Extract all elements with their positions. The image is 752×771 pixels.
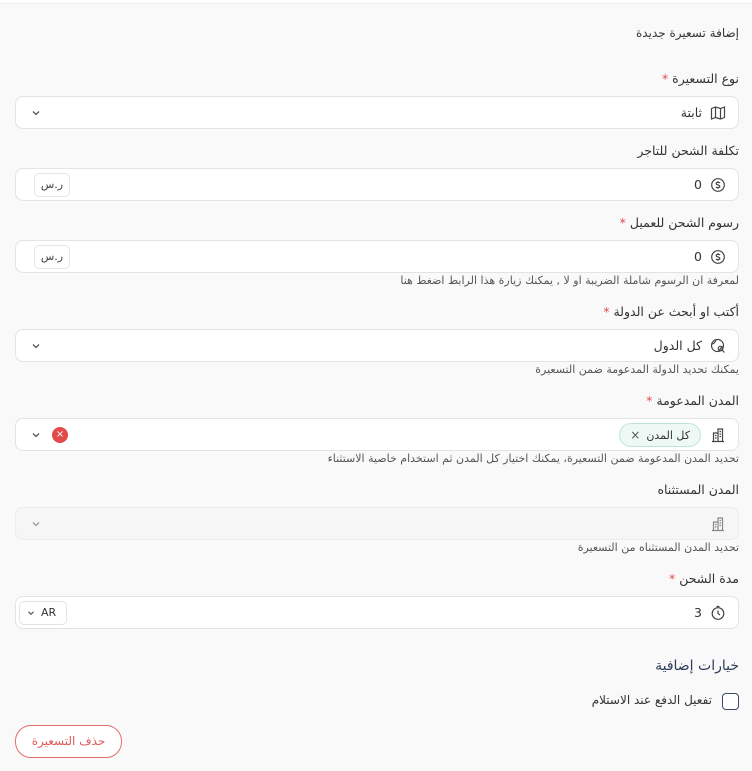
- timer-icon: [710, 605, 726, 621]
- delete-pricing-button[interactable]: حذف التسعيرة: [15, 725, 122, 758]
- pricing-type-value: ثابتة: [680, 105, 702, 120]
- excluded-cities-help: تحديد المدن المستثناه من التسعيرة: [577, 541, 739, 554]
- required-mark: *: [668, 571, 676, 586]
- required-mark: *: [661, 71, 669, 86]
- building-icon: [710, 427, 726, 443]
- shipping-duration-value: 3: [694, 605, 702, 620]
- chevron-down-icon[interactable]: [30, 107, 42, 119]
- customer-fee-value: 0: [694, 249, 702, 264]
- clear-selection-icon[interactable]: ×: [52, 427, 68, 443]
- map-icon: [710, 105, 726, 121]
- excluded-cities-label: المدن المستثناه: [657, 482, 739, 497]
- chevron-down-icon[interactable]: [30, 429, 42, 441]
- supported-cities-label: المدن المدعومة *: [646, 393, 739, 408]
- language-select[interactable]: AR: [19, 601, 67, 625]
- cod-label[interactable]: تفعيل الدفع عند الاستلام: [592, 693, 712, 707]
- pricing-type-label: نوع التسعيرة *: [661, 71, 739, 86]
- building-icon: [710, 516, 726, 532]
- currency-unit: ر.س: [34, 245, 70, 269]
- required-mark: *: [646, 393, 653, 408]
- cod-checkbox[interactable]: [722, 693, 739, 710]
- merchant-cost-label: تكلفة الشحن للتاجر: [637, 143, 739, 158]
- globe-search-icon: [710, 338, 726, 354]
- chip-remove-icon[interactable]: ×: [630, 428, 640, 442]
- coin-icon: [710, 177, 726, 193]
- country-help: يمكنك تحديد الدولة المدعومة ضمن التسعيرة: [535, 363, 739, 376]
- country-value: كل الدول: [653, 338, 702, 353]
- coin-icon: [710, 249, 726, 265]
- pricing-type-select[interactable]: ثابتة: [15, 96, 739, 129]
- supported-cities-select[interactable]: كل المدن × ×: [15, 418, 739, 451]
- shipping-duration-input[interactable]: 3 AR: [15, 596, 739, 629]
- city-chip[interactable]: كل المدن ×: [619, 423, 701, 447]
- supported-cities-help: تحديد المدن المدعومة ضمن التسعيرة، يمكنك…: [327, 452, 739, 465]
- required-mark: *: [603, 304, 610, 319]
- form-title: إضافة تسعيرة جديدة: [636, 26, 739, 40]
- chevron-down-icon[interactable]: [30, 340, 42, 352]
- customer-fee-help[interactable]: لمعرفة ان الرسوم شاملة الضريبة او لا , ي…: [400, 274, 739, 287]
- merchant-cost-input[interactable]: 0 ر.س: [15, 168, 739, 201]
- country-label: أكتب او أبحث عن الدولة *: [603, 304, 739, 319]
- extra-options-title: خيارات إضافية: [655, 658, 739, 674]
- customer-fee-label: رسوم الشحن للعميل *: [619, 215, 739, 230]
- shipping-duration-label: مدة الشحن *: [668, 571, 739, 586]
- merchant-cost-value: 0: [694, 177, 702, 192]
- excluded-cities-select[interactable]: [15, 507, 739, 540]
- chevron-down-icon[interactable]: [30, 518, 42, 530]
- required-mark: *: [619, 215, 626, 230]
- currency-unit: ر.س: [34, 173, 70, 197]
- chevron-down-icon: [26, 608, 36, 618]
- add-pricing-panel: إضافة تسعيرة جديدة نوع التسعيرة * ثابتة …: [0, 3, 752, 771]
- city-chip-label: كل المدن: [646, 428, 690, 442]
- customer-fee-input[interactable]: 0 ر.س: [15, 240, 739, 273]
- language-value: AR: [41, 606, 57, 619]
- country-select[interactable]: كل الدول: [15, 329, 739, 362]
